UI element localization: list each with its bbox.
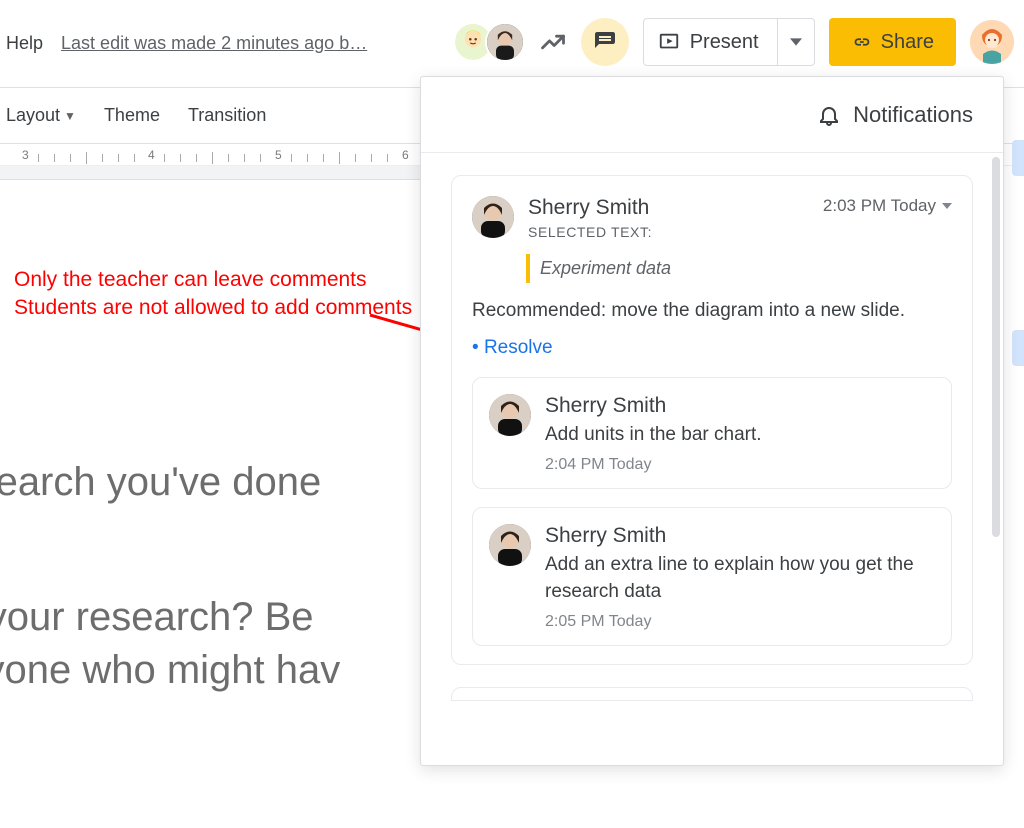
reply-author: Sherry Smith — [545, 394, 935, 418]
comment-reply[interactable]: Sherry Smith Add units in the bar chart.… — [472, 377, 952, 490]
comment-author: Sherry Smith — [528, 196, 809, 220]
chevron-down-icon — [942, 201, 952, 211]
comment-reply[interactable]: Sherry Smith Add an extra line to explai… — [472, 507, 952, 646]
reply-time: 2:04 PM Today — [545, 456, 935, 474]
activity-icon[interactable] — [539, 28, 567, 56]
minimap-chip — [1012, 330, 1024, 366]
ruler-mark: 3 — [22, 148, 31, 162]
collaborator-avatars[interactable] — [461, 22, 525, 62]
scrollbar[interactable] — [992, 157, 1000, 537]
annotation-main: Only the teacher can leave comments Stud… — [14, 266, 454, 323]
link-icon — [851, 31, 873, 53]
avatar — [472, 196, 514, 238]
toolbar-transition[interactable]: Transition — [188, 105, 266, 126]
notifications-label[interactable]: Notifications — [853, 102, 973, 128]
ruler-sub — [0, 166, 420, 180]
present-icon — [658, 31, 680, 53]
menu-help[interactable]: Help — [6, 33, 43, 54]
ruler-mark: 4 — [148, 148, 157, 162]
reply-text: Add units in the bar chart. — [545, 422, 935, 449]
slide-text: anyone who might hav — [0, 648, 340, 693]
comments-panel-body[interactable]: Sherry Smith SELECTED TEXT: 2:03 PM Toda… — [421, 153, 1003, 765]
comment-timestamp[interactable]: 2:03 PM Today — [823, 196, 952, 216]
toolbar-theme[interactable]: Theme — [104, 105, 160, 126]
comment-thread[interactable]: Sherry Smith SELECTED TEXT: 2:03 PM Toda… — [451, 175, 973, 665]
reply-text: Add an extra line to explain how you get… — [545, 552, 935, 605]
top-bar-right: Present Share — [461, 18, 1014, 66]
slide-text: research you've done — [0, 460, 321, 505]
selected-text-quote: Experiment data — [526, 254, 952, 283]
menu-left: Help Last edit was made 2 minutes ago b… — [0, 33, 367, 54]
slide-text: al of your research? Be — [0, 595, 314, 640]
toolbar-layout[interactable]: Layout ▼ — [6, 105, 76, 126]
reply-author: Sherry Smith — [545, 524, 935, 548]
account-avatar[interactable] — [970, 20, 1014, 64]
present-button[interactable]: Present — [643, 18, 815, 66]
avatar — [489, 524, 531, 566]
minimap-chip — [1012, 140, 1024, 176]
comment-body: Recommended: move the diagram into a new… — [472, 297, 952, 325]
toolbar-layout-label: Layout — [6, 105, 60, 126]
avatar — [489, 394, 531, 436]
resolve-link[interactable]: Resolve — [472, 337, 952, 359]
present-label: Present — [690, 31, 759, 54]
ruler-mark: 6 — [402, 148, 411, 162]
avatar[interactable] — [485, 22, 525, 62]
annotation-text: Only the teacher can leave comments — [14, 266, 454, 294]
chevron-down-icon: ▼ — [64, 109, 76, 123]
selected-text-label: SELECTED TEXT: — [528, 224, 809, 240]
annotation-text: Students are not allowed to add comments — [14, 294, 454, 322]
comment-thread-collapsed[interactable] — [451, 687, 973, 701]
bell-icon[interactable] — [817, 103, 841, 127]
share-button[interactable]: Share — [829, 18, 956, 66]
toolbar-theme-label: Theme — [104, 105, 160, 126]
ruler-mark: 5 — [275, 148, 284, 162]
top-bar: Help Last edit was made 2 minutes ago b…… — [0, 0, 1024, 88]
comments-panel-header: Notifications — [421, 77, 1003, 153]
toolbar-transition-label: Transition — [188, 105, 266, 126]
chevron-down-icon — [790, 36, 802, 48]
last-edit-link[interactable]: Last edit was made 2 minutes ago b… — [61, 33, 367, 54]
open-comments-button[interactable] — [581, 18, 629, 66]
share-label: Share — [881, 31, 934, 54]
reply-time: 2:05 PM Today — [545, 613, 935, 631]
present-dropdown[interactable] — [778, 19, 814, 65]
comments-panel: Notifications Sherry Smith SELECTED TEXT… — [420, 76, 1004, 766]
timestamp-text: 2:03 PM Today — [823, 196, 936, 216]
